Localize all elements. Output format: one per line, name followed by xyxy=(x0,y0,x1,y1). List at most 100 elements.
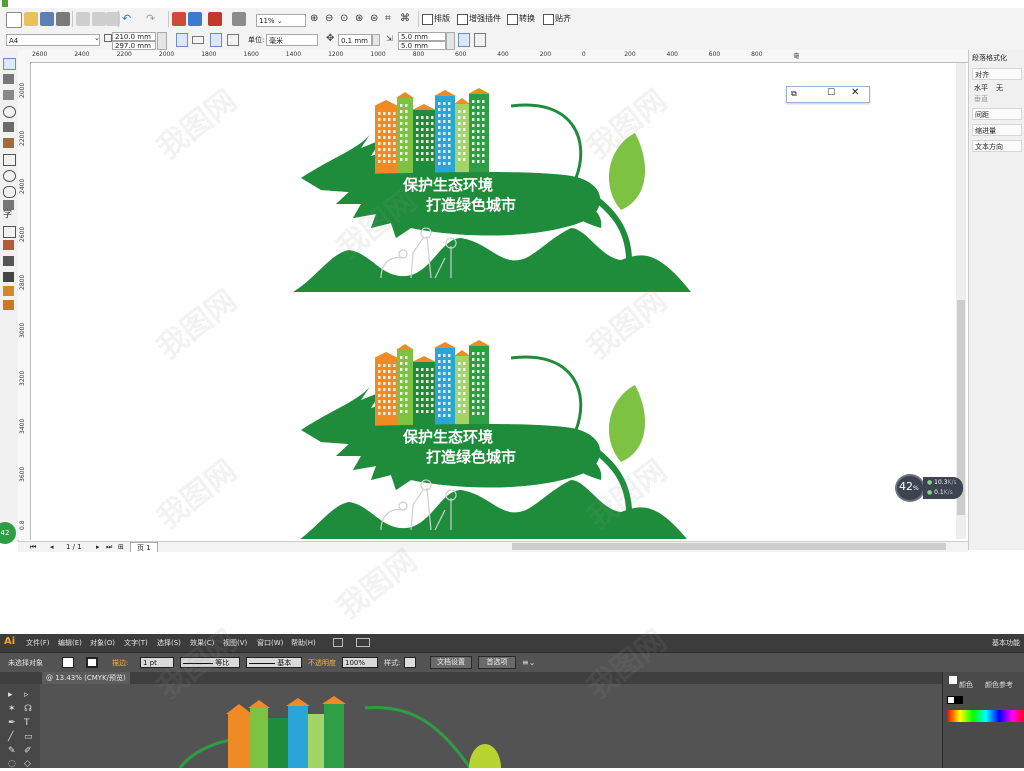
color-spectrum[interactable] xyxy=(947,710,1024,722)
arrange-icon[interactable]: ≡⌄ xyxy=(522,658,535,667)
fill-swatch[interactable] xyxy=(62,657,74,668)
stroke-weight-field[interactable]: 1 pt xyxy=(140,657,174,668)
zoom-selected-icon[interactable]: ⊙ xyxy=(340,12,354,26)
ai-pen-tool-icon[interactable]: ✒ xyxy=(8,718,16,728)
text-direction-section[interactable]: 文本方向 xyxy=(972,140,1022,152)
eco-poster[interactable]: 保护生态环境打造绿色城市 xyxy=(293,88,691,292)
first-page-icon[interactable]: ⏮ xyxy=(30,543,36,552)
ai-type-tool-icon[interactable]: T xyxy=(24,718,30,728)
stroke-swatch[interactable] xyxy=(86,657,98,668)
menu-type[interactable]: 文字(T) xyxy=(124,638,148,648)
ai-pencil-tool-icon[interactable]: ✐ xyxy=(24,746,32,756)
dup-x-field[interactable]: 5.0 mm xyxy=(398,32,446,41)
new-icon[interactable] xyxy=(6,12,22,28)
variable-width-select[interactable]: 等比 xyxy=(180,657,240,668)
app-launcher-icon[interactable] xyxy=(232,12,246,26)
zoom-page-icon[interactable]: ⊜ xyxy=(370,12,384,26)
green-float-badge[interactable]: 42 xyxy=(0,522,16,544)
document-setup-button[interactable]: 文档设置 xyxy=(430,656,472,669)
menu-help[interactable]: 帮助(H) xyxy=(291,638,316,648)
eco-poster[interactable]: 保护生态环境打造绿色城市 xyxy=(293,340,691,544)
unit-select[interactable]: 毫米 xyxy=(266,34,318,46)
bridge-icon[interactable] xyxy=(333,638,343,647)
outline-tool-icon[interactable] xyxy=(3,272,14,282)
export-icon[interactable] xyxy=(188,12,202,26)
publish-pdf-icon[interactable] xyxy=(208,12,222,26)
undo-icon[interactable]: ↶ xyxy=(122,12,136,26)
zoom-level-select[interactable]: 11% ⌄ xyxy=(256,14,306,27)
import-icon[interactable] xyxy=(172,12,186,26)
landscape-icon[interactable] xyxy=(192,36,204,44)
smart-fill-icon[interactable] xyxy=(3,138,14,148)
ai-lasso-icon[interactable]: ☊ xyxy=(24,704,32,714)
rectangle-tool-icon[interactable] xyxy=(3,154,16,166)
restore-icon[interactable]: ☐ xyxy=(827,88,835,98)
ellipse-tool-icon[interactable] xyxy=(3,170,16,182)
next-page-icon[interactable]: ▸ xyxy=(96,543,100,551)
layout-button[interactable]: 排版 xyxy=(422,12,450,26)
horizontal-scroll-thumb[interactable] xyxy=(512,543,946,550)
ai-selection-tool-icon[interactable]: ▸ xyxy=(8,690,13,700)
graphic-style-swatch[interactable] xyxy=(404,657,416,668)
close-icon[interactable]: ✕ xyxy=(851,87,859,98)
dimension-tool-icon[interactable] xyxy=(3,240,14,250)
menu-view[interactable]: 视图(V) xyxy=(223,638,247,648)
shape-tool-icon[interactable] xyxy=(3,74,14,84)
copy-icon[interactable] xyxy=(92,12,106,26)
menu-file[interactable]: 文件(F) xyxy=(26,638,50,648)
page-height-field[interactable]: 297.0 mm xyxy=(112,41,156,50)
spacing-section[interactable]: 间距 xyxy=(972,108,1022,120)
align-section[interactable]: 对齐 xyxy=(972,68,1022,80)
print-icon[interactable] xyxy=(56,12,70,26)
current-page-icon[interactable] xyxy=(227,34,239,46)
fill-tool-icon[interactable] xyxy=(3,286,14,296)
menu-effect[interactable]: 效果(C) xyxy=(190,638,214,648)
snap-button[interactable]: 贴齐 xyxy=(543,12,571,26)
floating-window-bar[interactable]: ⧉ ☐ ✕ xyxy=(786,86,870,103)
menu-object[interactable]: 对象(O) xyxy=(90,638,115,648)
drawing-canvas[interactable]: 保护生态环境 打造绿色城市 保护生态环境 打造绿色城市 xyxy=(31,63,957,544)
add-page-icon[interactable]: ⊞ xyxy=(118,543,124,551)
indent-section[interactable]: 缩进量 xyxy=(972,124,1022,136)
artwork-svg[interactable]: 保护生态环境打造绿色城市保护生态环境打造绿色城市 xyxy=(31,63,957,544)
brush-select[interactable]: 基本 xyxy=(246,657,302,668)
stroke-indicator[interactable] xyxy=(955,696,963,704)
stroke-label[interactable]: 描边: xyxy=(112,658,128,668)
eyedropper-tool-icon[interactable] xyxy=(3,256,14,266)
ai-direct-select-icon[interactable]: ▹ xyxy=(24,690,29,700)
page-size-chevron-icon[interactable]: ⌄ xyxy=(94,34,100,42)
crop-tool-icon[interactable] xyxy=(3,90,14,100)
workspace-switcher[interactable]: 基本功能 xyxy=(992,638,1020,648)
color-tab[interactable]: 颜色 xyxy=(959,680,973,690)
dup-y-field[interactable]: 5.0 mm xyxy=(398,41,446,50)
pick-tool-icon[interactable] xyxy=(3,58,16,70)
fill-color-chip[interactable] xyxy=(949,676,957,684)
interactive-fill-icon[interactable] xyxy=(3,300,14,310)
color-guide-tab[interactable]: 颜色参考 xyxy=(985,680,1013,690)
text-tool-icon[interactable]: 字 xyxy=(3,210,14,220)
zoom-width-icon[interactable]: ⌗ xyxy=(385,12,399,26)
dup-spinner[interactable] xyxy=(446,32,455,50)
zoom-tool-icon[interactable] xyxy=(3,106,16,118)
ai-brush-tool-icon[interactable]: ✎ xyxy=(8,746,16,756)
page-size-select[interactable]: A4 xyxy=(6,34,100,46)
save-icon[interactable] xyxy=(40,12,54,26)
ai-rect-tool-icon[interactable]: ▭ xyxy=(24,732,33,742)
fill-indicator[interactable] xyxy=(947,696,955,704)
nudge-spinner[interactable] xyxy=(372,34,380,46)
table-tool-icon[interactable] xyxy=(3,226,16,238)
horizontal-value[interactable]: 无 xyxy=(996,83,1003,93)
convert-button[interactable]: 转换 xyxy=(507,12,535,26)
ai-document-tab[interactable]: @ 13.43% (CMYK/预览) xyxy=(42,672,130,684)
opacity-label[interactable]: 不透明度 xyxy=(308,658,336,668)
zoom-all-icon[interactable]: ⊛ xyxy=(355,12,369,26)
zoom-out-icon[interactable]: ⊖ xyxy=(325,12,339,26)
menu-edit[interactable]: 编辑(E) xyxy=(58,638,82,648)
zoom-height-icon[interactable]: ⌘ xyxy=(400,12,414,26)
redo-icon[interactable]: ↷ xyxy=(146,12,160,26)
treat-as-filled-icon[interactable] xyxy=(474,33,486,47)
page-width-field[interactable]: 210.0 mm xyxy=(112,32,156,41)
freehand-tool-icon[interactable] xyxy=(3,122,14,132)
menu-window[interactable]: 窗口(W) xyxy=(257,638,283,648)
preferences-button[interactable]: 首选项 xyxy=(478,656,516,669)
